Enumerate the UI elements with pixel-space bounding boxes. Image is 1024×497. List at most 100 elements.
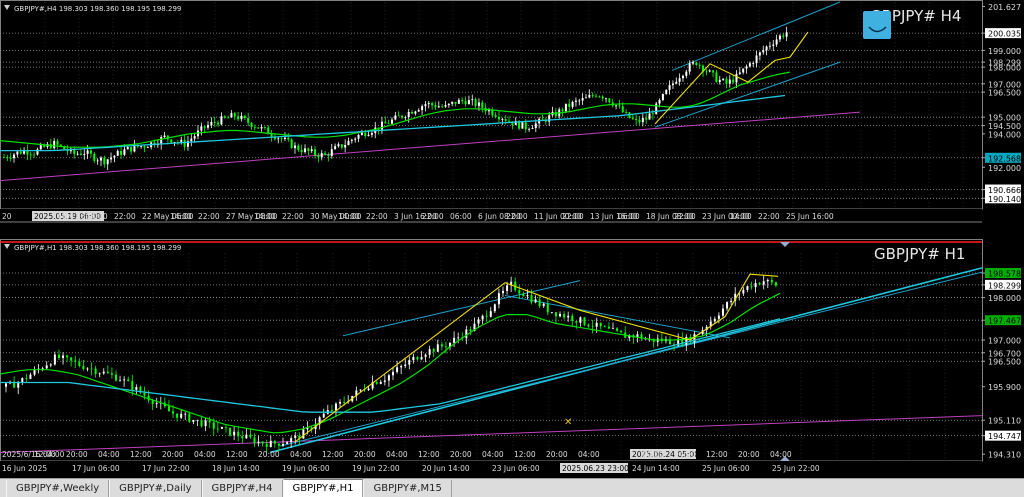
candle-body	[106, 371, 109, 374]
candle-body	[396, 367, 399, 372]
candle-body	[444, 105, 447, 107]
candle-body	[357, 135, 360, 139]
candle-body	[25, 378, 28, 379]
candle-body	[229, 427, 232, 436]
candle-body	[708, 70, 711, 72]
tab-weekly[interactable]: GBPJPY#,Weekly	[6, 480, 110, 497]
tab-m15[interactable]: GBPJPY#,M15	[363, 480, 452, 497]
candle-body	[217, 122, 220, 125]
tab-h4[interactable]: GBPJPY#,H4	[201, 480, 283, 497]
time-axis-label: 14:00	[170, 212, 192, 221]
candle-body	[762, 50, 765, 53]
price-axis-label: 198.000	[988, 294, 1021, 303]
candle-body	[322, 413, 325, 418]
time-axis-label: 22:00	[422, 212, 444, 221]
price-axis-label: 195.900	[988, 383, 1021, 392]
candle-body	[578, 100, 581, 102]
candle-body	[738, 72, 741, 74]
candle-body	[270, 134, 273, 137]
candle-body	[243, 115, 246, 119]
candle-body	[508, 120, 511, 122]
candle-body	[250, 122, 253, 127]
candle-body	[766, 279, 769, 282]
time-axis-label: 17 Jun 06:00	[72, 464, 120, 473]
time-axis-label-upper: 12:00	[322, 450, 344, 459]
symbol-period-label: GBPJPY# H1	[874, 245, 965, 263]
candle-body	[277, 443, 280, 446]
candle-body	[180, 139, 183, 143]
candle-body	[237, 116, 240, 120]
candle-body	[768, 45, 771, 47]
candle-body	[721, 308, 724, 316]
candle-body	[261, 441, 264, 444]
candle-body	[567, 315, 570, 318]
screenshot-icon	[863, 11, 891, 39]
candle-body	[302, 429, 305, 439]
candle-body	[310, 149, 313, 152]
candle-body	[155, 403, 158, 405]
candle-body	[240, 115, 243, 120]
candle-body	[74, 360, 77, 362]
candle-body	[583, 317, 586, 325]
candle-body	[528, 128, 531, 130]
candle-body	[188, 413, 191, 422]
candle-body	[3, 157, 5, 159]
chart-pane-h1[interactable]: 198.578 198.299 198.000 197.467 197.000 196.7…	[0, 239, 1024, 475]
time-axis-label: 22:00	[562, 212, 584, 221]
candle-body	[41, 368, 44, 370]
candle-body	[86, 368, 89, 370]
candle-body	[461, 99, 464, 102]
chart-pane-h4[interactable]: 201.627 200.035 199.000 198.299 198.000 197.0…	[0, 0, 1024, 223]
candle-body	[501, 290, 504, 294]
candle-body	[294, 435, 297, 439]
time-axis-label: 23 Jun 06:00	[492, 464, 540, 473]
candle-body	[661, 94, 664, 101]
candle-body	[180, 413, 183, 418]
time-axis-label: 25 Jun 22:00	[772, 464, 820, 473]
candle-body	[715, 72, 718, 83]
candle-body	[204, 420, 207, 427]
time-axis-label: 14:00	[338, 212, 360, 221]
candle-body	[102, 371, 105, 374]
candle-body	[742, 289, 745, 294]
tab-h1[interactable]: GBPJPY#,H1	[282, 479, 364, 497]
candle-body	[735, 73, 738, 83]
candle-body	[98, 373, 101, 375]
candle-body	[498, 116, 501, 120]
yellow-trend-path	[294, 273, 779, 443]
candle-body	[481, 315, 484, 320]
tab-daily[interactable]: GBPJPY#,Daily	[109, 480, 202, 497]
candle-body	[742, 68, 745, 73]
candle-body	[717, 315, 720, 319]
candle-body	[390, 119, 393, 124]
candle-body	[625, 112, 628, 113]
candle-body	[695, 62, 698, 65]
time-axis-label: 22:00	[506, 212, 528, 221]
candle-body	[595, 95, 598, 97]
candle-body	[561, 109, 564, 112]
candle-body	[253, 126, 256, 128]
time-axis-label: 18 Jun 14:00	[212, 464, 260, 473]
candle-body	[334, 403, 337, 411]
candle-body	[143, 146, 146, 148]
candle-body	[621, 106, 624, 113]
time-axis-label-upper: 04:00	[290, 450, 312, 459]
candle-body	[424, 104, 427, 107]
candle-body	[762, 281, 765, 285]
candle-body	[384, 121, 387, 124]
candle-body	[599, 322, 602, 327]
candle-body	[485, 315, 488, 317]
time-axis-label: 24 Jun 14:00	[632, 464, 680, 473]
candle-body	[501, 119, 504, 120]
candle-body	[330, 410, 333, 411]
candle-body	[9, 158, 12, 159]
time-axis-label-upper: 20:00	[162, 450, 184, 459]
h4-chart-svg[interactable]: 201.627200.035199.000198.299198.000197.0…	[0, 0, 1024, 223]
h1-chart-svg[interactable]: 198.578198.299198.000197.467197.000196.7…	[0, 239, 1024, 475]
candle-body	[320, 153, 323, 158]
candle-body	[651, 113, 654, 115]
time-axis-label-upper: 20:00	[66, 450, 88, 459]
candle-body	[53, 141, 56, 149]
candle-body	[282, 443, 285, 446]
chart-info-text: GBPJPY#,H1 198.303 198.360 198.195 198.2…	[14, 244, 181, 252]
